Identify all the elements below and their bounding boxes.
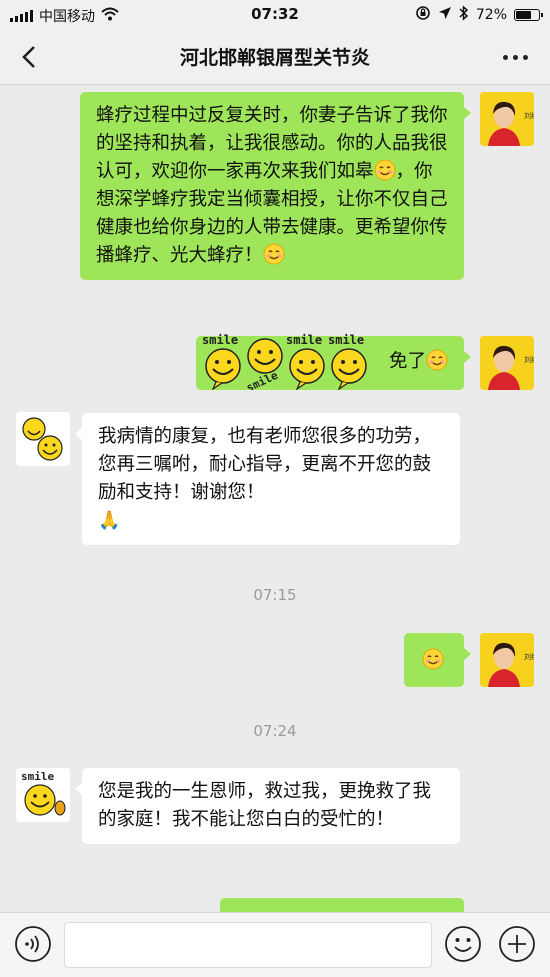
avatar-self[interactable]: 刘红 bbox=[480, 336, 534, 390]
svg-text:刘红: 刘红 bbox=[524, 355, 534, 364]
rotation-lock-icon bbox=[415, 5, 431, 25]
svg-text:smile: smile bbox=[286, 333, 322, 347]
svg-text:smile: smile bbox=[328, 333, 364, 347]
emoji-button[interactable] bbox=[444, 925, 482, 963]
more-dots-icon bbox=[502, 54, 508, 60]
avatar-self[interactable]: 刘红 bbox=[480, 92, 534, 146]
sticker-group: smile smile smile smile bbox=[202, 332, 374, 390]
message-bubble-self[interactable]: 蜂疗过程中过反复关时，你妻子告诉了我你的坚持和执着，让我很感动。你的人品我很认可… bbox=[80, 92, 471, 280]
avatar-other[interactable] bbox=[16, 412, 70, 466]
plus-icon bbox=[499, 926, 535, 962]
svg-text:smile: smile bbox=[202, 333, 238, 347]
smile-emoji-icon bbox=[374, 159, 396, 181]
message-bubble-other[interactable]: 我病情的康复，也有老师您很多的功劳，您再三嘱咐，耐心指导，更离不开您的鼓励和支持… bbox=[75, 413, 460, 545]
message-bubble-self[interactable] bbox=[404, 633, 471, 687]
avatar-other[interactable]: smile bbox=[16, 768, 70, 822]
smile-sticker-avatar-icon: smile bbox=[16, 768, 70, 822]
more-options-button[interactable] bbox=[498, 42, 532, 72]
timestamp: 07:24 bbox=[253, 722, 297, 740]
battery-percent: 72% bbox=[475, 7, 507, 23]
smile-emoji-icon bbox=[426, 349, 448, 371]
bluetooth-icon bbox=[459, 5, 469, 25]
voice-button[interactable] bbox=[14, 925, 52, 963]
chat-header: 河北邯郸银屑型关节炎 bbox=[0, 28, 550, 85]
avatar-self[interactable]: 刘红 bbox=[480, 633, 534, 687]
message-text: 我病情的康复，也有老师您很多的功劳，您再三嘱咐，耐心指导，更离不开您的鼓励和支持… bbox=[98, 426, 432, 503]
status-bar: 中国移动 07:32 72% bbox=[0, 0, 550, 28]
smile-sticker-avatar-icon bbox=[16, 412, 70, 466]
svg-text:刘红: 刘红 bbox=[524, 652, 534, 661]
message-text: 免了 bbox=[388, 351, 426, 372]
smile-sticker-icon: smile bbox=[324, 332, 374, 390]
message-bubble-other[interactable]: 您是我的一生恩师，救过我，更挽救了我的家庭！我不能让您白白的受忙的！ bbox=[75, 768, 460, 844]
smile-emoji-icon bbox=[263, 243, 285, 265]
battery-icon bbox=[514, 9, 543, 21]
input-toolbar bbox=[0, 912, 550, 977]
timestamp: 07:15 bbox=[253, 586, 297, 604]
voice-icon bbox=[15, 926, 51, 962]
status-right: 72% bbox=[415, 5, 543, 25]
svg-text:刘红: 刘红 bbox=[524, 111, 534, 120]
prayer-emoji-icon: 🙏 bbox=[98, 510, 121, 531]
chat-title: 河北邯郸银屑型关节炎 bbox=[179, 47, 370, 69]
message-input[interactable] bbox=[64, 922, 432, 968]
smile-emoji-icon bbox=[422, 648, 444, 670]
emoji-icon bbox=[445, 926, 481, 962]
svg-text:smile: smile bbox=[21, 770, 54, 783]
location-icon bbox=[438, 6, 452, 24]
more-actions-button[interactable] bbox=[498, 925, 536, 963]
message-text: 您是我的一生恩师，救过我，更挽救了我的家庭！我不能让您白白的受忙的！ bbox=[98, 781, 432, 830]
